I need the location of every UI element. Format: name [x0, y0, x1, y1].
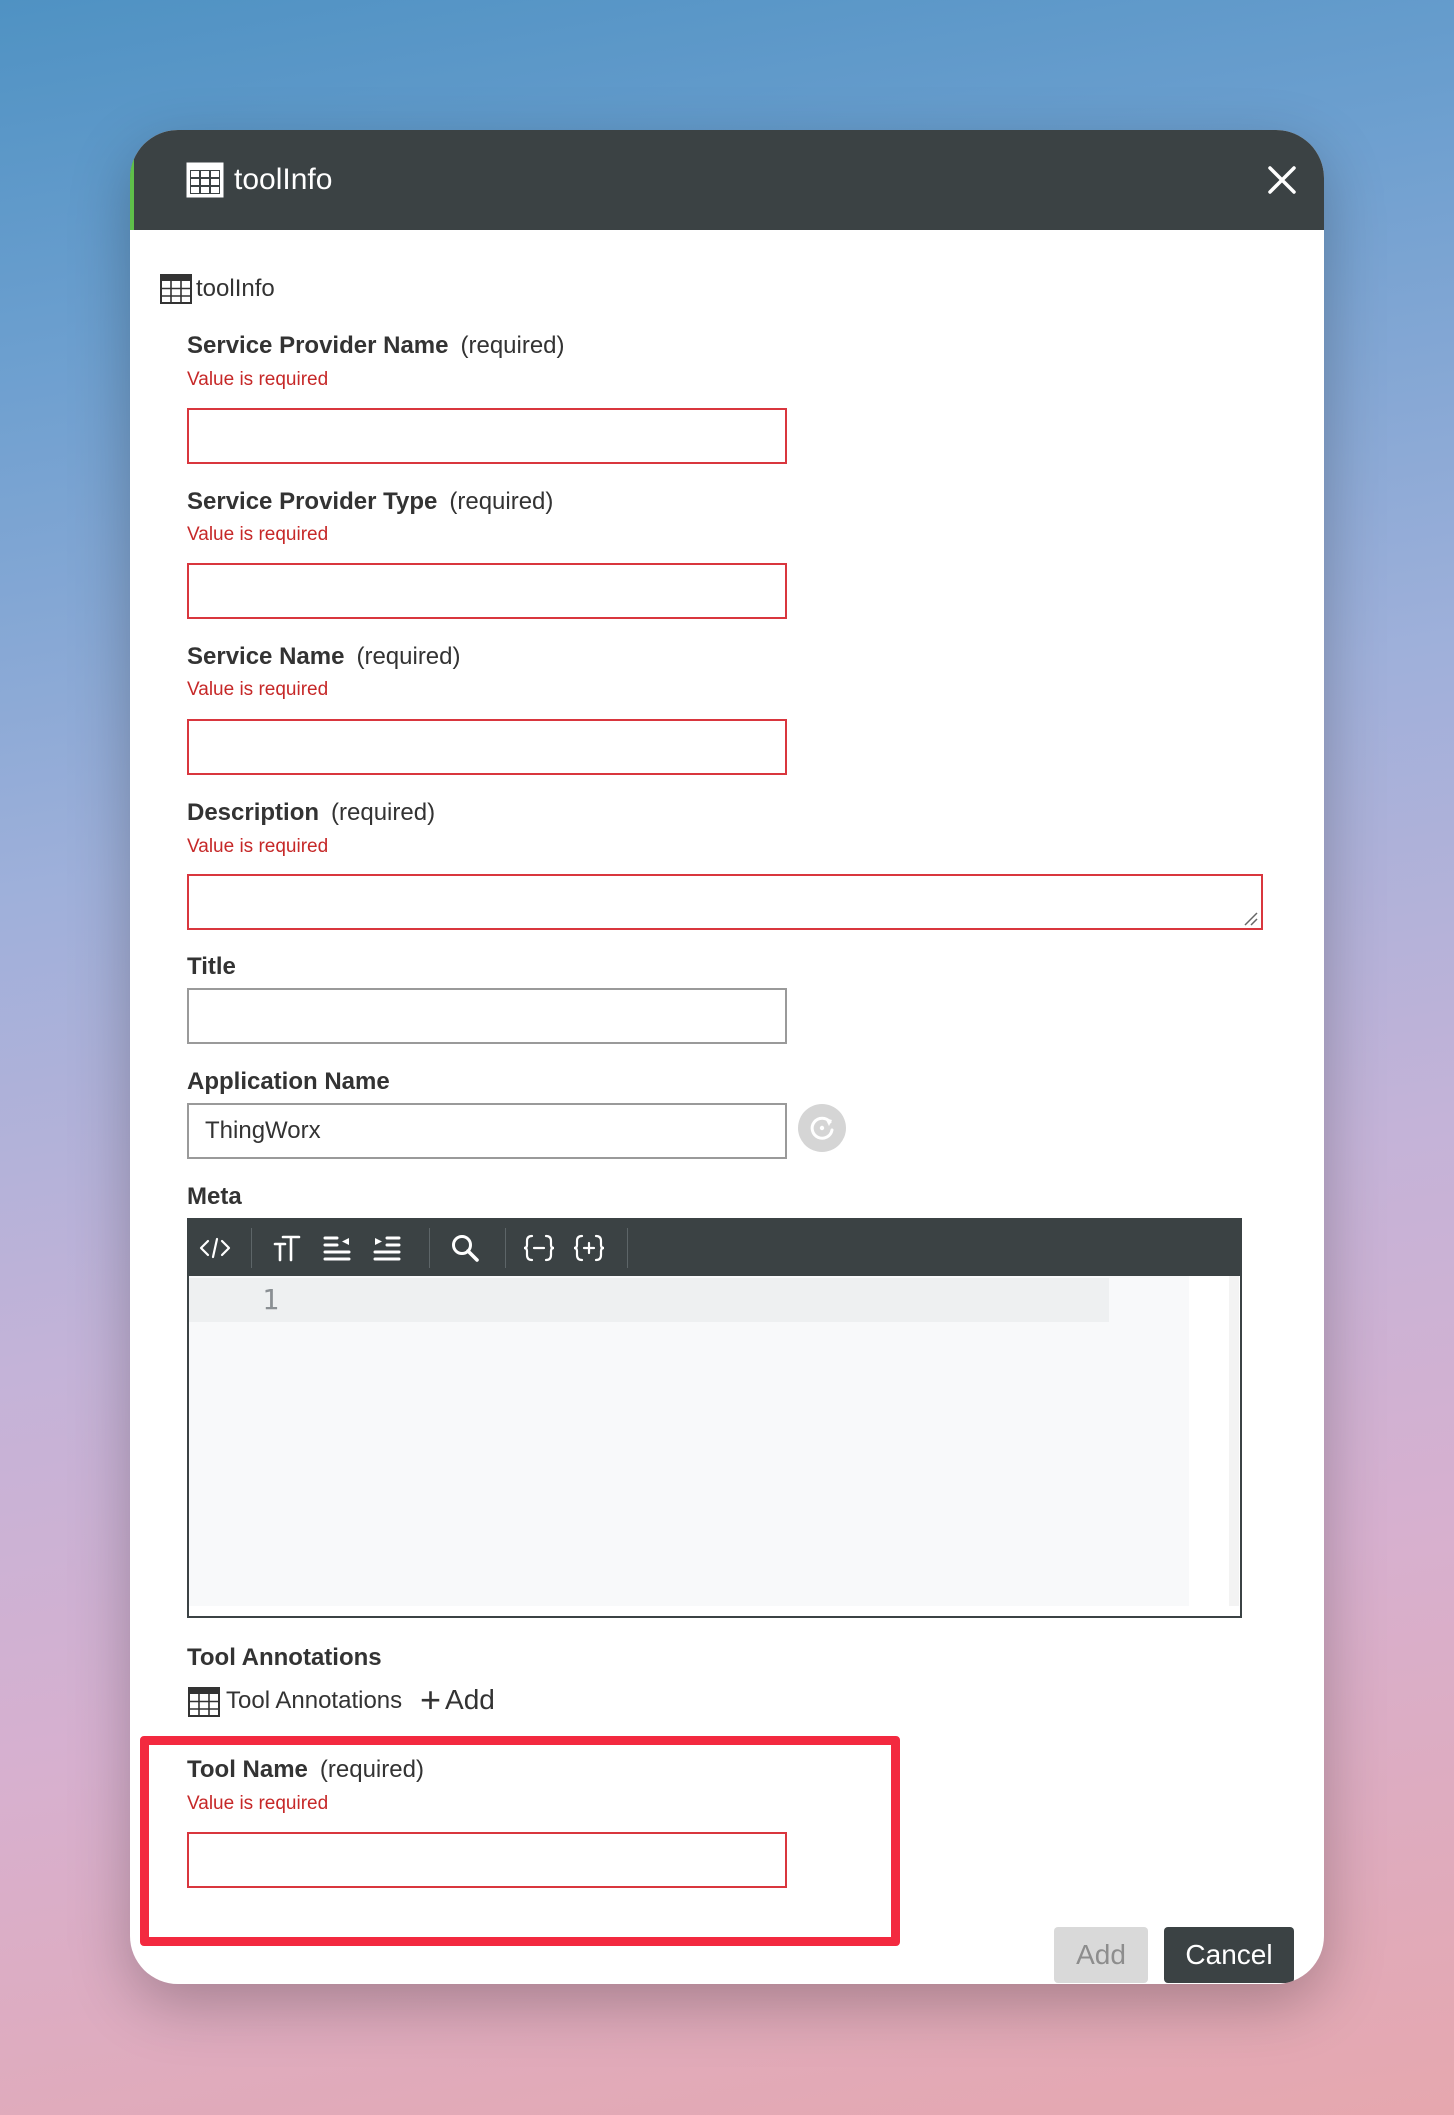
- field-name: Service Provider Name: [187, 332, 449, 359]
- field-name: Tool Name: [187, 1756, 308, 1783]
- description-textarea[interactable]: [187, 874, 1263, 930]
- search-icon[interactable]: [445, 1228, 485, 1268]
- resize-handle-icon[interactable]: [1244, 912, 1258, 926]
- cancel-button[interactable]: Cancel: [1164, 1927, 1294, 1983]
- field-label: Tool Annotations: [187, 1642, 382, 1674]
- outdent-icon[interactable]: [317, 1228, 357, 1268]
- field-label: Description (required): [187, 797, 435, 829]
- dialog-header: toolInfo: [130, 130, 1324, 230]
- editor-body[interactable]: 1: [189, 1276, 1240, 1616]
- required-qualifier: (required): [356, 643, 461, 670]
- required-qualifier: (required): [460, 332, 565, 359]
- required-qualifier: (required): [319, 1756, 424, 1783]
- tool-info-dialog: toolInfo toolInfo Service Provider Name (…: [130, 130, 1324, 1984]
- required-qualifier: (required): [449, 488, 554, 515]
- editor-toolbar: [189, 1220, 1240, 1276]
- field-name: Title: [187, 953, 236, 980]
- error-message: Value is required: [187, 1793, 329, 1814]
- line-number: 1: [262, 1283, 279, 1316]
- field-label: Meta: [187, 1181, 242, 1213]
- active-line: [189, 1278, 1109, 1322]
- field-label: Service Provider Name (required): [187, 330, 565, 362]
- editor-content-area[interactable]: 1: [189, 1276, 1189, 1606]
- title-input[interactable]: [187, 988, 787, 1044]
- field-name: Description: [187, 799, 320, 826]
- root-label: toolInfo: [196, 275, 275, 302]
- refresh-icon: [810, 1116, 834, 1140]
- collapse-braces-icon[interactable]: [519, 1228, 559, 1268]
- text-size-icon[interactable]: [267, 1228, 307, 1268]
- field-name: Service Provider Type: [187, 488, 438, 515]
- editor-scrollbar[interactable]: [1229, 1276, 1239, 1606]
- meta-code-editor: 1: [187, 1218, 1242, 1618]
- reset-button[interactable]: [798, 1104, 846, 1152]
- service-name-input[interactable]: [187, 719, 787, 775]
- error-message: Value is required: [187, 524, 329, 545]
- close-icon[interactable]: [1264, 162, 1300, 198]
- field-label: Title: [187, 951, 236, 983]
- indent-icon[interactable]: [367, 1228, 407, 1268]
- table-icon: [186, 162, 224, 198]
- error-message: Value is required: [187, 369, 329, 390]
- add-annotation-button[interactable]: + Add: [420, 1680, 495, 1720]
- service-provider-type-input[interactable]: [187, 563, 787, 619]
- code-icon[interactable]: [195, 1228, 235, 1268]
- field-name: Application Name: [187, 1068, 390, 1095]
- table-icon: [160, 274, 192, 304]
- field-label: Application Name: [187, 1066, 390, 1098]
- section-title: Tool Annotations: [187, 1644, 382, 1671]
- service-provider-name-input[interactable]: [187, 408, 787, 464]
- dialog-title: toolInfo: [234, 163, 333, 196]
- error-message: Value is required: [187, 836, 329, 857]
- tool-name-input[interactable]: [187, 1832, 787, 1888]
- add-label: Add: [445, 1684, 495, 1715]
- field-name: Service Name: [187, 643, 345, 670]
- field-name: Meta: [187, 1183, 242, 1210]
- application-name-input[interactable]: [187, 1103, 787, 1159]
- field-label: Tool Name (required): [187, 1754, 424, 1786]
- field-label: Service Provider Type (required): [187, 486, 553, 518]
- error-message: Value is required: [187, 679, 329, 700]
- plus-icon: +: [420, 1679, 442, 1720]
- table-icon: [188, 1687, 220, 1717]
- add-button[interactable]: Add: [1054, 1927, 1148, 1983]
- expand-braces-icon[interactable]: [569, 1228, 609, 1268]
- required-qualifier: (required): [331, 799, 436, 826]
- tool-annotations-label: Tool Annotations: [226, 1687, 403, 1714]
- field-label: Service Name (required): [187, 641, 461, 673]
